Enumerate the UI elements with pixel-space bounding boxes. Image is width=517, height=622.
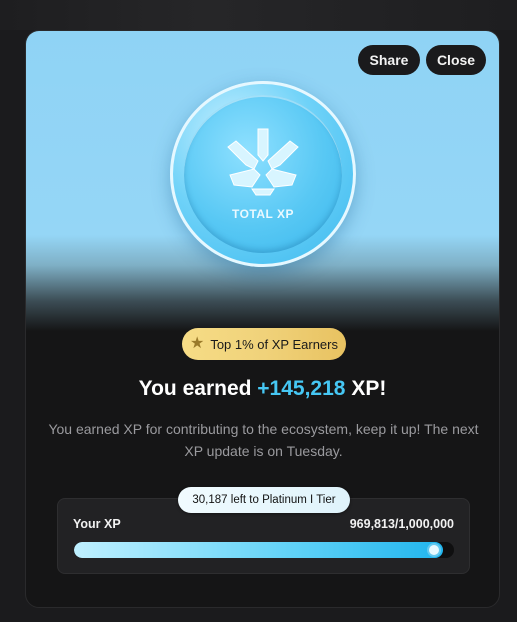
total-xp-coin: TOTAL XP [170,81,356,267]
total-xp-logo-icon [227,128,299,196]
backdrop [0,0,517,30]
xp-value: 969,813/1,000,000 [349,517,454,531]
xp-progress-bar [74,542,454,558]
star-icon: ★ [189,335,205,352]
share-button[interactable]: Share [358,45,420,75]
hero-banner: Share Close TOTAL XP [26,31,499,331]
headline-suffix: XP! [345,377,387,400]
xp-label: Your XP [73,517,121,531]
close-button[interactable]: Close [426,45,486,75]
rank-badge: ★ Top 1% of XP Earners [182,328,346,360]
xp-progress-fill [74,542,443,558]
xp-modal: Share Close TOTAL XP ★ Top 1% of XP Earn… [25,30,500,608]
coin-label: TOTAL XP [231,207,294,221]
earned-headline: You earned +145,218 XP! [26,377,499,401]
xp-progress-knob [429,545,439,555]
tier-remaining-tooltip: 30,187 left to Platinum I Tier [178,487,350,513]
rank-badge-text: Top 1% of XP Earners [210,336,338,352]
earned-description: You earned XP for contributing to the ec… [48,421,479,459]
earned-amount: +145,218 [257,377,346,400]
headline-prefix: You earned [138,377,258,400]
